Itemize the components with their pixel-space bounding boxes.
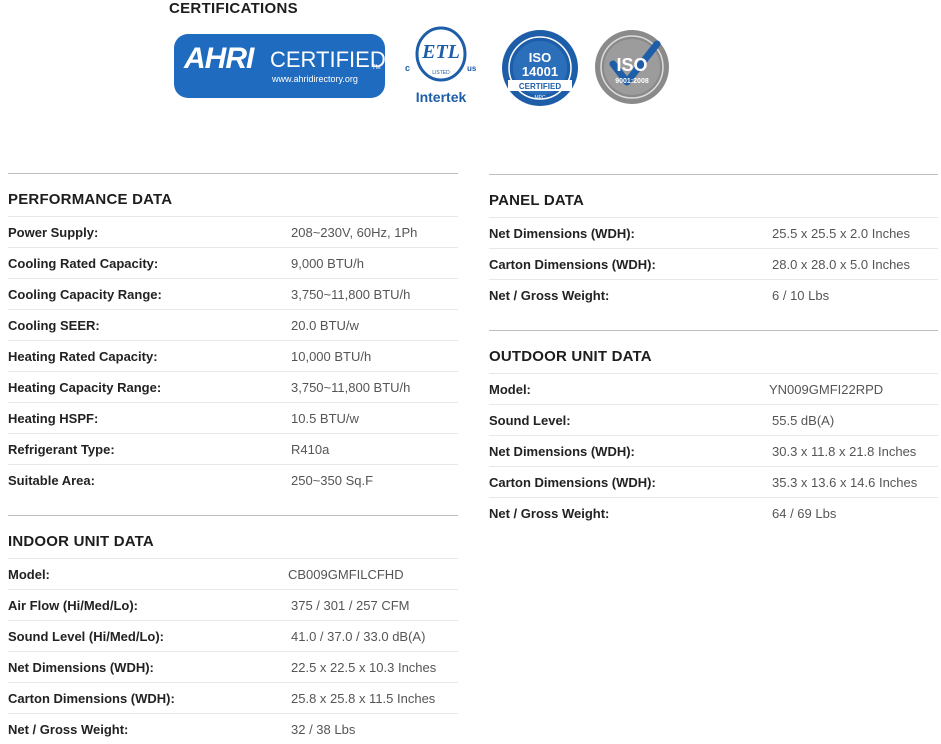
table-row: Cooling SEER: 20.0 BTU/w (8, 309, 458, 340)
section-title: INDOOR UNIT DATA (8, 533, 154, 550)
row-value: 208~230V, 60Hz, 1Ph (291, 225, 418, 240)
row-value: 25.8 x 25.8 x 11.5 Inches (291, 691, 436, 706)
row-label: Cooling SEER: (8, 318, 100, 333)
row-value: 10.5 BTU/w (291, 411, 359, 426)
row-label: Net / Gross Weight: (489, 288, 610, 303)
table-row: Carton Dimensions (WDH): 25.8 x 25.8 x 11… (8, 682, 458, 713)
row-value: 10,000 BTU/h (291, 349, 372, 364)
row-value: 20.0 BTU/w (291, 318, 359, 333)
row-label: Carton Dimensions (WDH): (489, 257, 656, 272)
table-row: Net Dimensions (WDH): 25.5 x 25.5 x 2.0 I… (489, 217, 938, 248)
table-row: Suitable Area: 250~350 Sq.F (8, 464, 458, 495)
row-label: Carton Dimensions (WDH): (8, 691, 175, 706)
row-value: 55.5 dB(A) (772, 413, 835, 428)
table-row: Heating Capacity Range: 3,750~11,800 BTU/… (8, 371, 458, 402)
table-row: Heating Rated Capacity: 10,000 BTU/h (8, 340, 458, 371)
table-row: Air Flow (Hi/Med/Lo): 375 / 301 / 257 CFM (8, 589, 458, 620)
row-label: Heating HSPF: (8, 411, 99, 426)
row-label: Cooling Rated Capacity: (8, 256, 159, 271)
row-label: Net / Gross Weight: (489, 506, 610, 521)
table-row: Carton Dimensions (WDH): 35.3 x 13.6 x 14… (489, 466, 938, 497)
ahri-certified-logo: AHRI CERTIFIED TM www.ahridirectory.org (174, 34, 386, 98)
svg-text:MPC: MPC (534, 95, 546, 101)
table-row: Net / Gross Weight: 32 / 38 Lbs (8, 713, 458, 744)
row-label: Net Dimensions (WDH): (489, 444, 635, 459)
row-label: Heating Rated Capacity: (8, 349, 158, 364)
row-label: Model: (489, 382, 531, 397)
svg-text:9001:2008: 9001:2008 (615, 78, 649, 85)
table-row: Net Dimensions (WDH): 22.5 x 22.5 x 10.3 … (8, 651, 458, 682)
row-label: Air Flow (Hi/Med/Lo): (8, 598, 138, 613)
row-value: 3,750~11,800 BTU/h (291, 380, 411, 395)
row-value: 250~350 Sq.F (291, 473, 374, 488)
performance-data-section: PERFORMANCE DATA Power Supply: 208~230V, … (8, 173, 458, 493)
table-row: Carton Dimensions (WDH): 28.0 x 28.0 x 5.… (489, 248, 938, 279)
row-label: Net / Gross Weight: (8, 722, 129, 737)
row-value: 22.5 x 22.5 x 10.3 Inches (291, 660, 437, 675)
table-row: Cooling Rated Capacity: 9,000 BTU/h (8, 247, 458, 278)
row-value: CB009GMFILCFHD (288, 567, 404, 582)
row-label: Heating Capacity Range: (8, 380, 162, 395)
row-value: 64 / 69 Lbs (772, 506, 837, 521)
table-row: Cooling Capacity Range: 3,750~11,800 BTU/… (8, 278, 458, 309)
row-label: Suitable Area: (8, 473, 95, 488)
table-row: Net Dimensions (WDH): 30.3 x 11.8 x 21.8 … (489, 435, 938, 466)
row-label: Cooling Capacity Range: (8, 287, 162, 302)
row-value: 32 / 38 Lbs (291, 722, 356, 737)
row-value: 3,750~11,800 BTU/h (291, 287, 411, 302)
svg-text:14001: 14001 (522, 64, 558, 79)
outdoor-unit-data-section: OUTDOOR UNIT DATA Model: YN009GMFI22RPD S… (489, 330, 938, 530)
table-row: Power Supply: 208~230V, 60Hz, 1Ph (8, 216, 458, 247)
row-label: Sound Level (Hi/Med/Lo): (8, 629, 164, 644)
certifications-title: CERTIFICATIONS (169, 0, 298, 17)
table-row: Refrigerant Type: R410a (8, 433, 458, 464)
row-value: 375 / 301 / 257 CFM (291, 598, 410, 613)
section-title: PANEL DATA (489, 192, 585, 209)
row-label: Power Supply: (8, 225, 99, 240)
panel-data-section: PANEL DATA Net Dimensions (WDH): 25.5 x 2… (489, 174, 938, 314)
iso-14001-certified-logo: ISO 14001 CERTIFIED MPC (502, 30, 578, 106)
svg-text:ISO: ISO (616, 55, 647, 75)
svg-text:c: c (405, 63, 410, 73)
row-value: 28.0 x 28.0 x 5.0 Inches (772, 257, 911, 272)
row-value: 30.3 x 11.8 x 21.8 Inches (772, 444, 917, 459)
svg-text:LISTED: LISTED (432, 70, 450, 76)
row-value: 41.0 / 37.0 / 33.0 dB(A) (291, 629, 426, 644)
row-value: 9,000 BTU/h (291, 256, 364, 271)
table-row: Sound Level: 55.5 dB(A) (489, 404, 938, 435)
table-row: Model: CB009GMFILCFHD (8, 558, 458, 589)
table-row: Net / Gross Weight: 64 / 69 Lbs (489, 497, 938, 528)
indoor-unit-data-section: INDOOR UNIT DATA Model: CB009GMFILCFHD Ai… (8, 515, 458, 740)
svg-text:ISO: ISO (529, 50, 551, 65)
section-title: PERFORMANCE DATA (8, 191, 173, 208)
section-title: OUTDOOR UNIT DATA (489, 348, 652, 365)
svg-text:Intertek: Intertek (416, 89, 467, 105)
row-value: YN009GMFI22RPD (769, 382, 884, 397)
row-value: 25.5 x 25.5 x 2.0 Inches (772, 226, 911, 241)
svg-text:us: us (467, 64, 477, 73)
table-row: Heating HSPF: 10.5 BTU/w (8, 402, 458, 433)
iso-9001-2008-logo: ISO 9001:2008 (595, 30, 669, 104)
row-label: Sound Level: (489, 413, 571, 428)
row-value: R410a (291, 442, 330, 457)
row-label: Carton Dimensions (WDH): (489, 475, 656, 490)
row-value: 35.3 x 13.6 x 14.6 Inches (772, 475, 918, 490)
etl-listed-intertek-logo: ETL LISTED c us Intertek (405, 26, 477, 105)
table-row: Sound Level (Hi/Med/Lo): 41.0 / 37.0 / 33… (8, 620, 458, 651)
row-label: Model: (8, 567, 50, 582)
svg-text:ETL: ETL (421, 41, 460, 63)
row-label: Net Dimensions (WDH): (489, 226, 635, 241)
row-label: Net Dimensions (WDH): (8, 660, 154, 675)
row-label: Refrigerant Type: (8, 442, 115, 457)
row-value: 6 / 10 Lbs (772, 288, 830, 303)
table-row: Net / Gross Weight: 6 / 10 Lbs (489, 279, 938, 310)
svg-text:CERTIFIED: CERTIFIED (519, 82, 561, 91)
table-row: Model: YN009GMFI22RPD (489, 373, 938, 404)
